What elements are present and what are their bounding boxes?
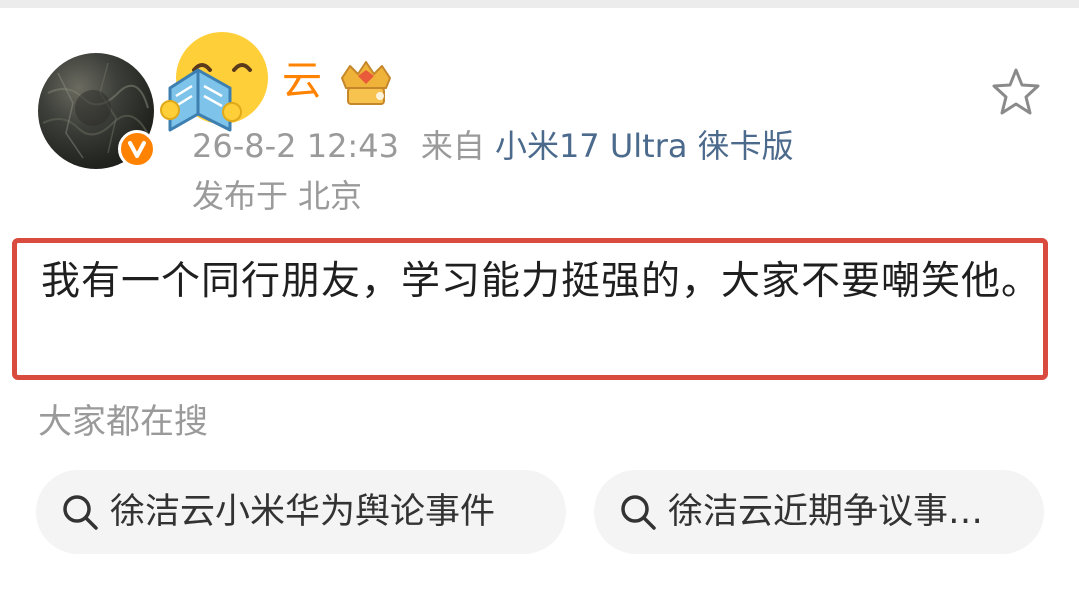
post-content-highlight: 我有一个同行朋友，学习能力挺强的，大家不要嘲笑他。 xyxy=(12,238,1048,380)
post-content[interactable]: 我有一个同行朋友，学习能力挺强的，大家不要嘲笑他。 xyxy=(41,253,1041,310)
location-label: 发布于 xyxy=(192,177,289,215)
username[interactable]: 云 xyxy=(282,56,322,106)
verified-badge xyxy=(118,130,156,168)
post-location: 发布于 北京 xyxy=(192,174,362,218)
location-city: 北京 xyxy=(298,177,363,215)
search-icon xyxy=(63,495,98,530)
search-icon xyxy=(621,495,656,530)
search-chip-label: 徐洁云近期争议事… xyxy=(668,492,984,532)
top-divider-strip xyxy=(0,0,1079,8)
trending-search-heading: 大家都在搜 xyxy=(38,402,208,442)
star-icon[interactable] xyxy=(988,64,1044,120)
search-chip[interactable]: 徐洁云小米华为舆论事件 xyxy=(36,470,566,554)
post-meta-line: 26-8-2 12:43 来自 小米17 Ultra 徕卡版 xyxy=(192,124,794,168)
source-label: 来自 xyxy=(420,127,485,165)
crown-badge-icon[interactable] xyxy=(336,58,396,108)
search-chip[interactable]: 徐洁云近期争议事… xyxy=(594,470,1044,554)
device-link[interactable]: 小米17 Ultra 徕卡版 xyxy=(495,127,794,165)
post-timestamp: 26-8-2 12:43 xyxy=(192,127,399,165)
search-chip-label: 徐洁云小米华为舆论事件 xyxy=(110,492,496,532)
verified-v-icon xyxy=(128,141,146,158)
